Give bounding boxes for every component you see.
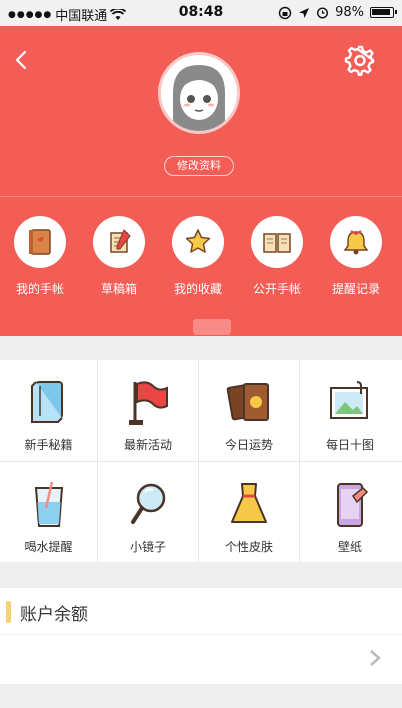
photo-icon xyxy=(330,381,368,419)
feature-wallpaper[interactable]: 壁纸 xyxy=(300,462,400,562)
dress-icon xyxy=(231,483,267,523)
feature-water-reminder[interactable]: 喝水提醒 xyxy=(0,462,97,562)
feature-label: 最新活动 xyxy=(123,438,172,452)
edit-profile-button[interactable]: 修改资料 xyxy=(164,156,234,176)
quick-action-favorites[interactable]: 我的收藏 xyxy=(165,216,231,296)
profile-header: 修改资料 我的手帐 草稿箱 我的收藏 公开手帐 提醒记录 xyxy=(0,26,402,336)
quick-action-circle xyxy=(14,216,66,268)
phone-wallpaper-icon xyxy=(337,483,369,527)
feature-latest-events[interactable]: 最新活动 xyxy=(98,360,198,460)
girl-avatar-icon xyxy=(173,65,225,131)
quick-action-label: 我的手帐 xyxy=(15,282,64,296)
feature-label: 个性皮肤 xyxy=(224,540,273,554)
account-balance-section: 账户余额 xyxy=(0,588,402,684)
page-indicator xyxy=(193,319,231,335)
scroll-icon xyxy=(110,229,131,253)
avatar[interactable] xyxy=(158,52,240,134)
water-glass-icon xyxy=(34,481,63,527)
quick-action-public-notebook[interactable]: 公开手帐 xyxy=(244,216,310,296)
notebook-icon xyxy=(29,229,51,255)
feature-label: 壁纸 xyxy=(337,540,362,554)
account-balance-title: 账户余额 xyxy=(20,605,88,625)
feature-label: 每日十图 xyxy=(325,438,374,452)
quick-action-label: 我的收藏 xyxy=(173,282,222,296)
location-arrow-icon xyxy=(299,7,310,18)
bell-icon xyxy=(343,230,369,255)
mirror-icon xyxy=(131,483,166,524)
section-accent-bar xyxy=(6,601,11,623)
quick-action-label: 提醒记录 xyxy=(331,282,380,296)
alarm-icon xyxy=(317,7,329,19)
flag-icon xyxy=(129,381,168,425)
quick-action-circle xyxy=(330,216,382,268)
feature-custom-skin[interactable]: 个性皮肤 xyxy=(199,462,299,562)
settings-gear-icon[interactable] xyxy=(344,44,376,76)
feature-daily-fortune[interactable]: 今日运势 xyxy=(199,360,299,460)
quick-action-drafts[interactable]: 草稿箱 xyxy=(86,216,152,296)
quick-action-my-notebook[interactable]: 我的手帐 xyxy=(7,216,73,296)
feature-beginner-guide[interactable]: 新手秘籍 xyxy=(0,360,97,460)
tarot-card-icon xyxy=(226,383,269,421)
guide-book-icon xyxy=(30,381,63,423)
quick-action-reminders[interactable]: 提醒记录 xyxy=(323,216,389,296)
feature-daily-ten-pics[interactable]: 每日十图 xyxy=(300,360,400,460)
status-bar: ●●●●● 中国联通 08:48 98% xyxy=(0,0,402,26)
rotation-lock-icon xyxy=(278,6,292,19)
chevron-right-icon[interactable] xyxy=(368,648,382,668)
quick-action-circle xyxy=(251,216,303,268)
back-icon[interactable] xyxy=(8,46,36,74)
star-icon xyxy=(185,229,211,253)
feature-label: 新手秘籍 xyxy=(24,438,73,452)
quick-action-circle xyxy=(172,216,224,268)
quick-action-circle xyxy=(93,216,145,268)
quick-action-label: 草稿箱 xyxy=(100,282,137,296)
battery-icon xyxy=(370,7,397,18)
open-book-icon xyxy=(263,233,291,253)
feature-small-mirror[interactable]: 小镜子 xyxy=(98,462,198,562)
header-divider xyxy=(0,196,402,197)
quick-action-label: 公开手帐 xyxy=(252,282,301,296)
feature-label: 喝水提醒 xyxy=(24,540,73,554)
feature-grid: 新手秘籍 最新活动 今日运势 每日十图 喝水提醒 小镜子 个性皮肤 壁纸 xyxy=(0,360,402,562)
section-divider xyxy=(0,634,402,635)
feature-label: 今日运势 xyxy=(224,438,273,452)
feature-label: 小镜子 xyxy=(129,540,166,554)
battery-percent: 98% xyxy=(335,5,364,20)
status-right: 98% xyxy=(278,5,397,20)
